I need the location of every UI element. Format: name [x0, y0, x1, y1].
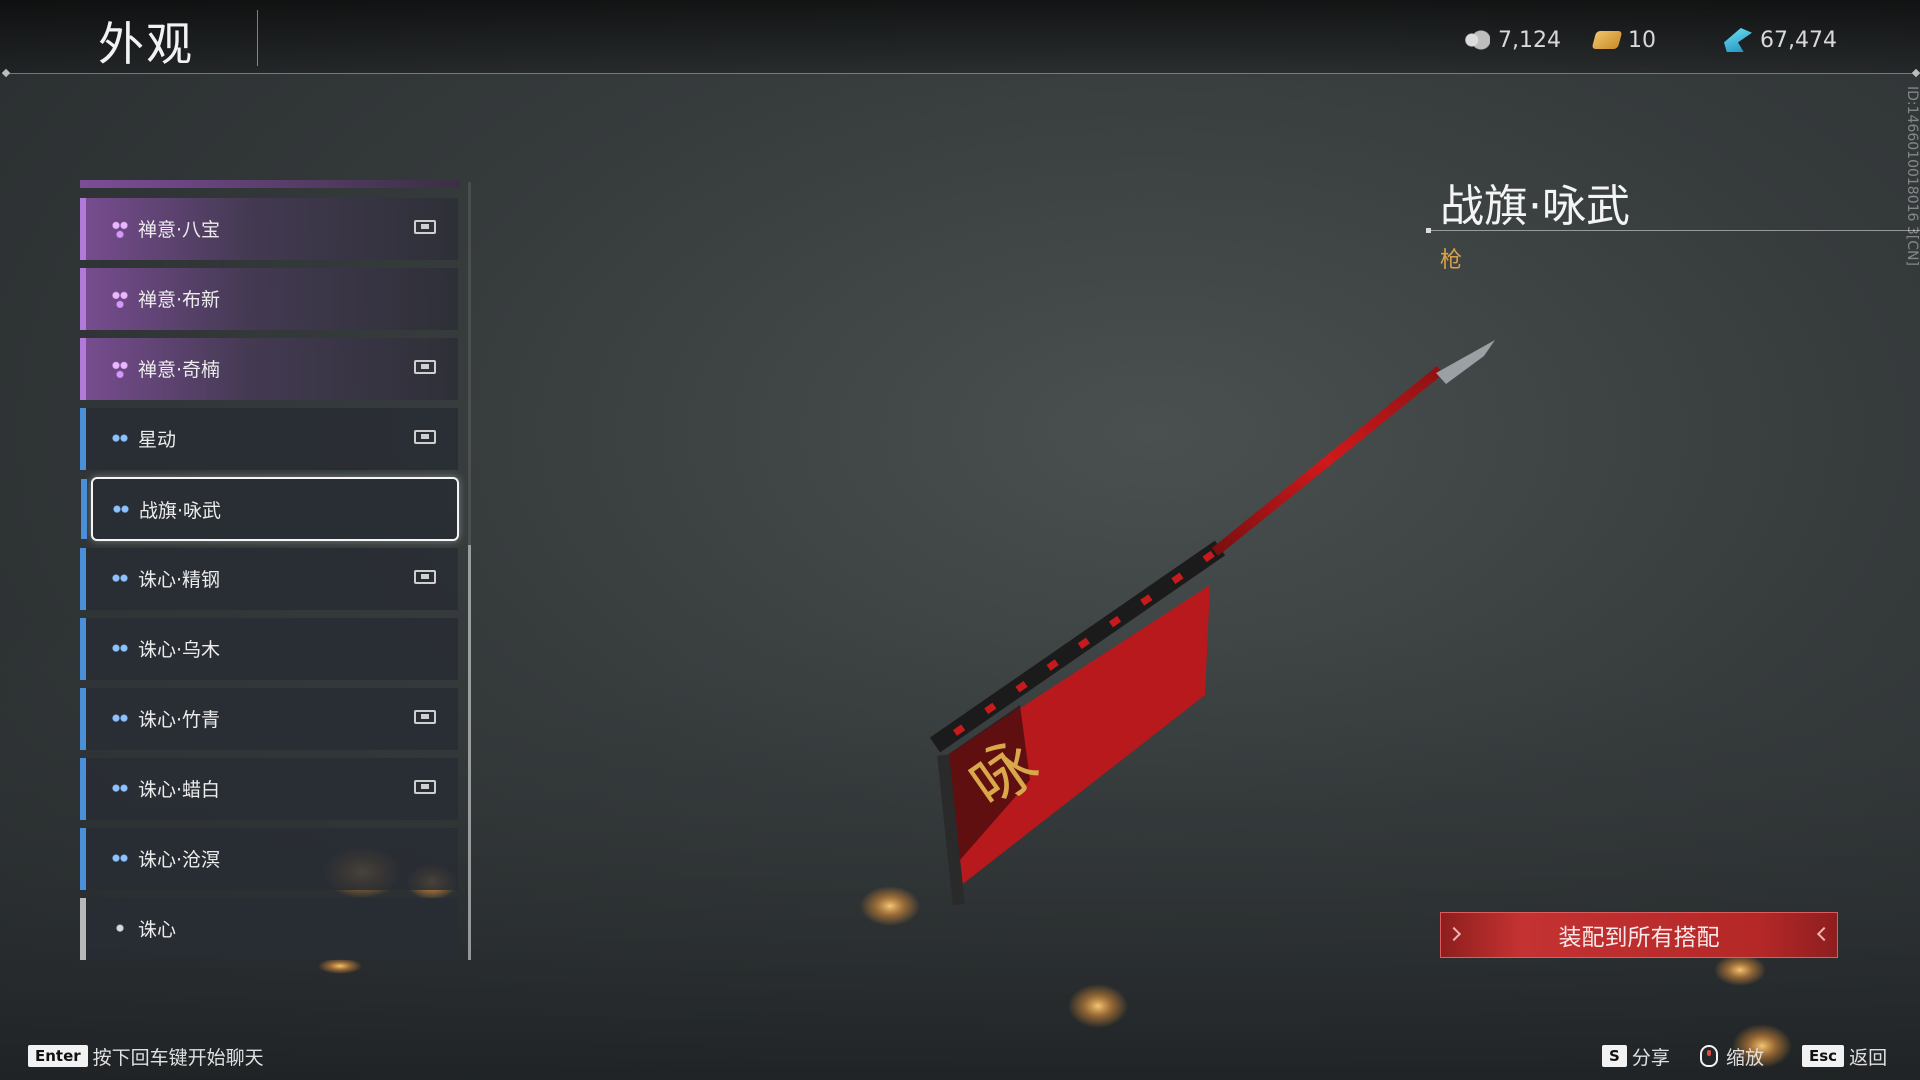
enter-key: Enter [28, 1045, 88, 1067]
silver-coin-icon [1462, 28, 1490, 52]
list-item-label: 诛心·精钢 [138, 569, 221, 591]
list-item-label: 禅意·布新 [138, 289, 221, 311]
rarity-blue-icon [110, 710, 130, 728]
back-label: 返回 [1849, 1046, 1888, 1069]
chat-hint[interactable]: Enter 按下回车键开始聊天 [28, 1044, 264, 1069]
list-item[interactable]: 诛心·竹青 [80, 688, 458, 750]
list-item-label: 禅意·八宝 [138, 219, 221, 241]
currency-jade: 67,474 [1724, 24, 1837, 56]
rarity-blue-icon [110, 640, 130, 658]
title-underline [1426, 228, 1920, 233]
currency-gold: 10 [1591, 24, 1656, 56]
rarity-blue-icon [110, 570, 130, 588]
rarity-bar [80, 338, 86, 400]
list-scroll-thumb[interactable] [468, 545, 471, 960]
list-item-label: 诛心 [138, 919, 177, 941]
rarity-purple-icon [110, 220, 130, 238]
list-item-label: 战旗·咏武 [139, 500, 222, 522]
esc-key: Esc [1802, 1045, 1845, 1067]
rarity-blue-icon [111, 501, 131, 519]
list-item[interactable]: 禅意·布新 [80, 268, 458, 330]
rarity-bar [80, 548, 86, 610]
list-item-label: 诛心·竹青 [138, 709, 221, 731]
list-item-label: 禅意·奇楠 [138, 359, 221, 381]
rarity-bar [80, 898, 86, 960]
list-item[interactable]: 星动 [80, 408, 458, 470]
list-item[interactable]: 诛心·乌木 [80, 618, 458, 680]
gold-ingot-icon [1591, 31, 1623, 49]
currency-silver: 7,124 [1462, 24, 1561, 56]
list-item-label: 星动 [138, 429, 177, 451]
rarity-blue-icon [110, 850, 130, 868]
currency-gold-value: 10 [1628, 27, 1656, 53]
s-key: S [1602, 1045, 1627, 1067]
back-button[interactable]: Esc 返回 [1802, 1044, 1888, 1069]
list-item[interactable]: 诛心 [80, 898, 458, 960]
weapon-type: 枪 [1440, 248, 1463, 273]
rarity-grey-icon [110, 920, 130, 938]
rarity-bar [80, 408, 86, 470]
rarity-bar [81, 479, 87, 539]
top-divider [6, 73, 1916, 74]
rarity-purple-icon [110, 290, 130, 308]
rarity-purple-icon [110, 360, 130, 378]
list-item-selected[interactable]: 战旗·咏武 [81, 477, 459, 541]
list-item[interactable]: 禅意·八宝 [80, 198, 458, 260]
rarity-bar [80, 268, 86, 330]
rarity-blue-icon [110, 780, 130, 798]
title-separator [257, 10, 258, 66]
list-item-label: 诛心·沧溟 [138, 849, 221, 871]
list-top-edge [80, 180, 460, 188]
list-item[interactable]: 禅意·奇楠 [80, 338, 458, 400]
page-title: 外观 [98, 17, 194, 71]
equip-button-label: 装配到所有搭配 [1558, 925, 1720, 951]
zoom-button[interactable]: 缩放 [1700, 1044, 1765, 1069]
share-label: 分享 [1631, 1046, 1670, 1069]
rarity-bar [80, 758, 86, 820]
jade-feather-icon [1724, 28, 1752, 52]
currency-jade-value: 67,474 [1760, 27, 1837, 53]
zoom-label: 缩放 [1726, 1046, 1765, 1069]
locked-icon [414, 220, 436, 234]
share-button[interactable]: S 分享 [1602, 1044, 1670, 1069]
client-id-watermark: ID:1466010018016 3[CN] [1904, 86, 1920, 266]
locked-icon [414, 710, 436, 724]
list-item-label: 诛心·乌木 [138, 639, 221, 661]
locked-icon [414, 430, 436, 444]
list-item[interactable]: 诛心·精钢 [80, 548, 458, 610]
chevron-left-icon [1446, 926, 1462, 942]
list-item-label: 诛心·蜡白 [138, 779, 221, 801]
chevron-right-icon [1816, 926, 1832, 942]
list-item[interactable]: 诛心·蜡白 [80, 758, 458, 820]
locked-icon [414, 570, 436, 584]
rarity-bar [80, 618, 86, 680]
chat-hint-label: 按下回车键开始聊天 [92, 1046, 264, 1069]
item-title: 战旗·咏武 [1440, 181, 1630, 232]
list-item[interactable]: 诛心·沧溟 [80, 828, 458, 890]
mouse-wheel-icon [1700, 1045, 1718, 1067]
rarity-bar [80, 198, 86, 260]
rarity-bar [80, 688, 86, 750]
equip-to-all-outfits-button[interactable]: 装配到所有搭配 [1440, 912, 1838, 958]
rarity-blue-icon [110, 430, 130, 448]
rarity-bar [80, 828, 86, 890]
locked-icon [414, 780, 436, 794]
locked-icon [414, 360, 436, 374]
currency-silver-value: 7,124 [1498, 27, 1561, 53]
